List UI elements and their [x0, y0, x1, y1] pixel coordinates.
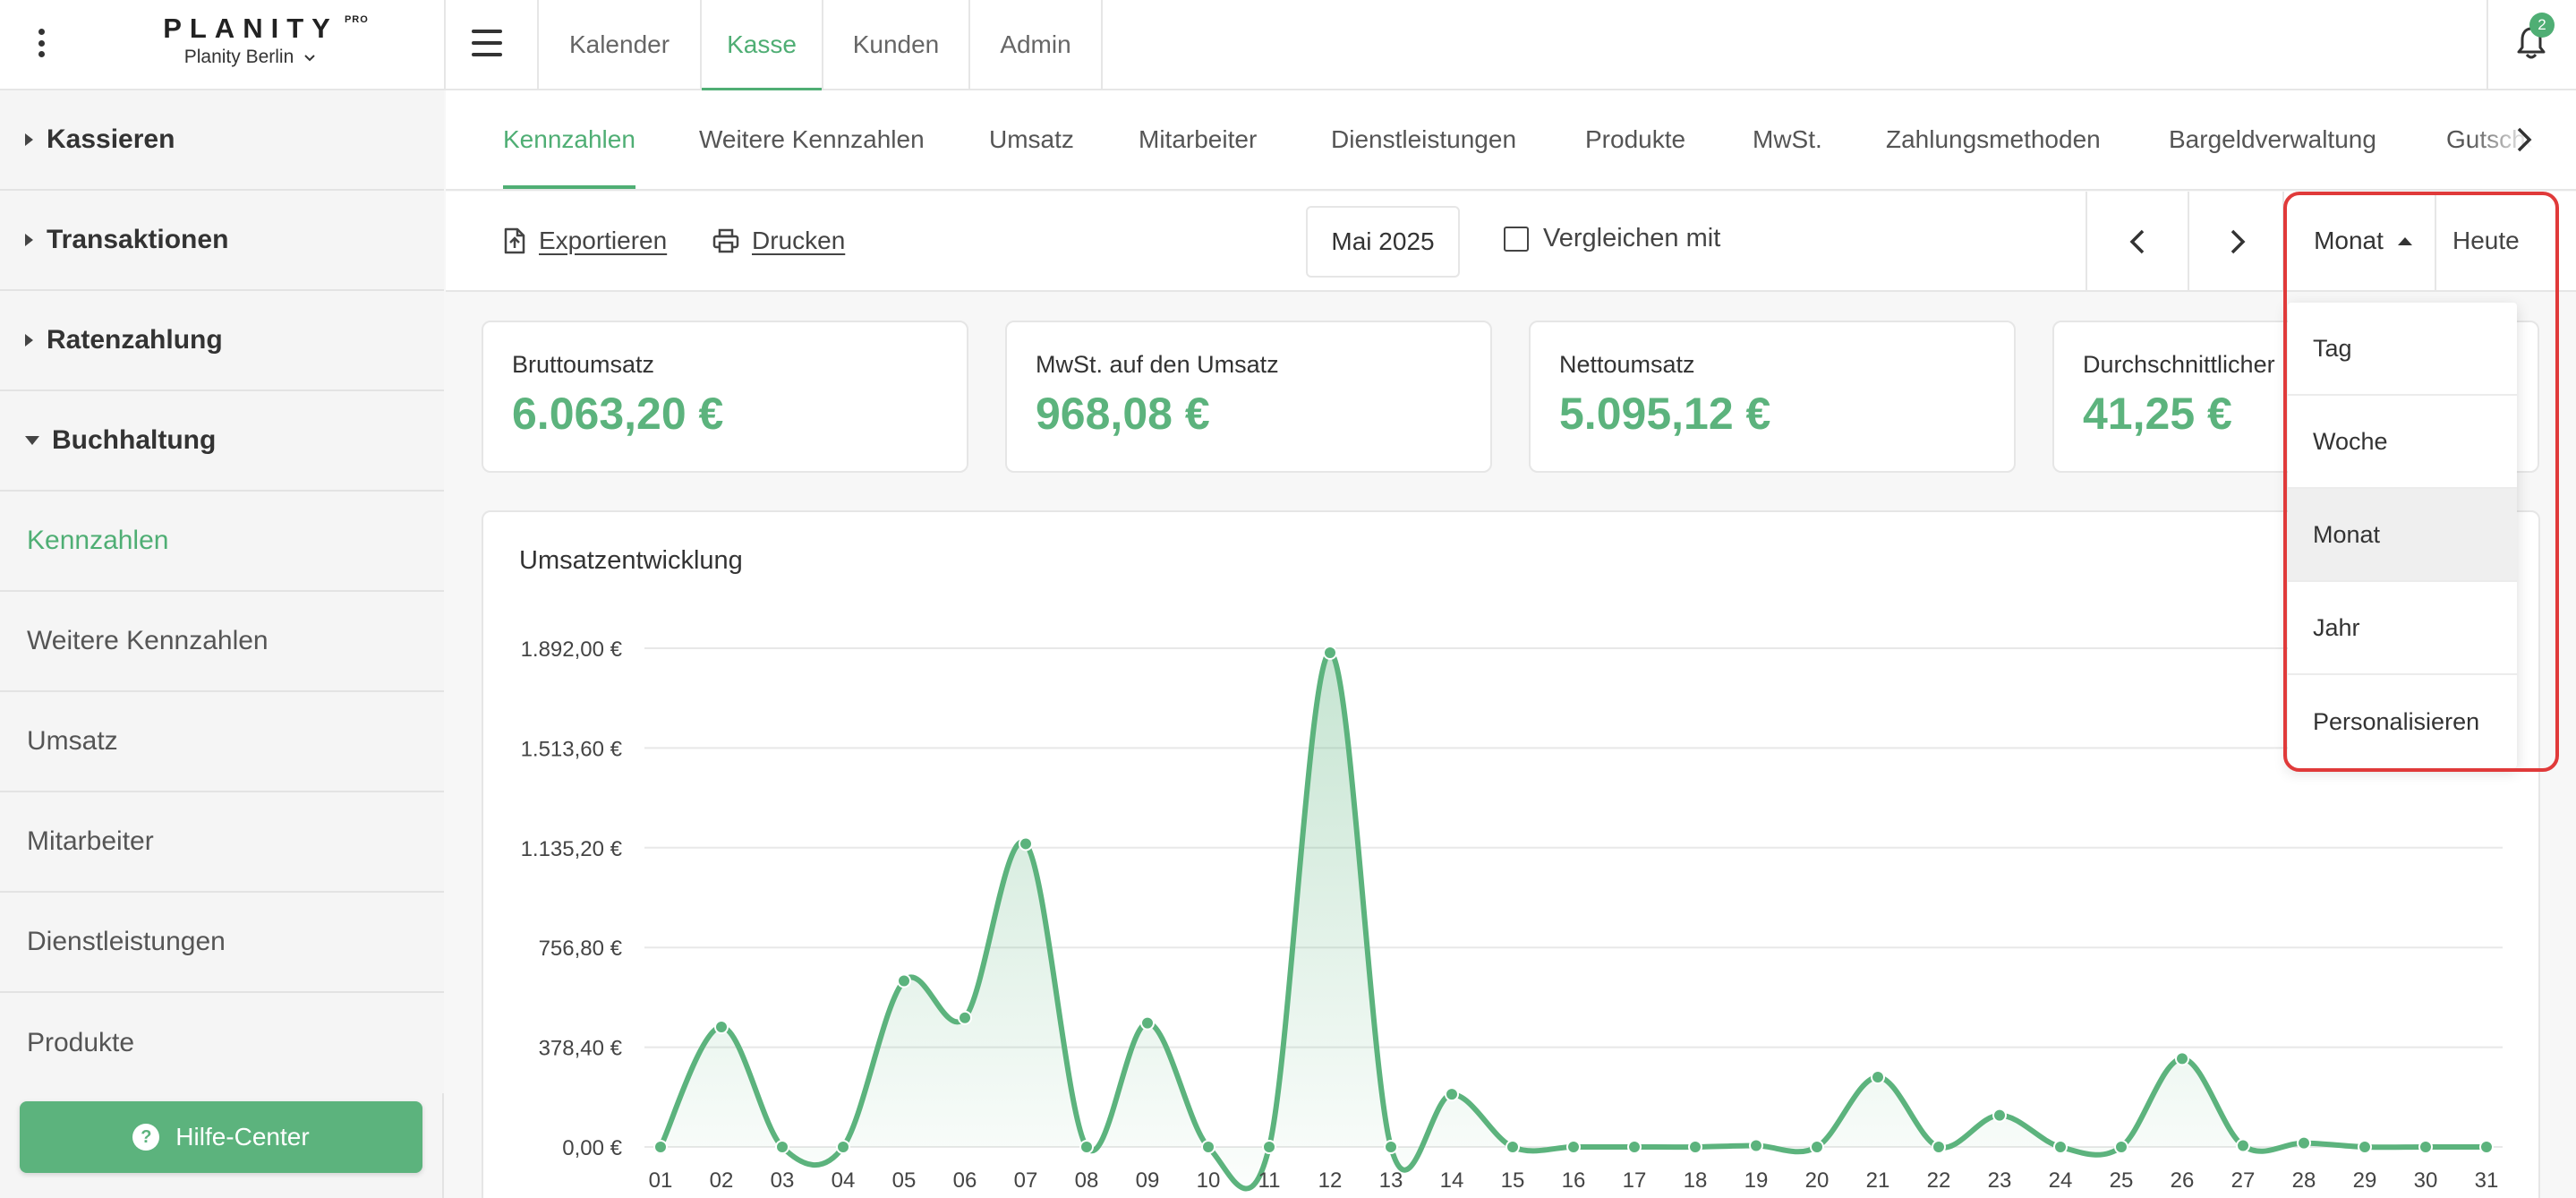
sidebar-section-label: Ratenzahlung: [47, 325, 223, 355]
subtab-mitarbeiter[interactable]: Mitarbeiter: [1139, 90, 1257, 189]
caret-right-icon: [25, 133, 33, 146]
chart-title: Umsatzentwicklung: [519, 546, 743, 575]
divider: [2486, 0, 2488, 90]
sidebar-section-kassieren[interactable]: Kassieren: [0, 90, 444, 191]
location-label: Planity Berlin: [183, 47, 294, 67]
divider: [2086, 192, 2087, 290]
kpi-label: Nettoumsatz: [1559, 351, 1695, 378]
date-picker-button[interactable]: Mai 2025: [1306, 206, 1460, 278]
caret-down-icon: [25, 436, 39, 445]
file-export-icon: [504, 227, 525, 254]
tab-kalender[interactable]: Kalender: [539, 0, 700, 90]
sidebar-item-umsatz[interactable]: Umsatz: [0, 692, 444, 792]
sidebar-section-ratenzahlung[interactable]: Ratenzahlung: [0, 291, 444, 391]
question-icon: ?: [132, 1124, 160, 1151]
chevron-down-icon: [304, 55, 315, 62]
revenue-chart-panel: [482, 510, 2540, 1198]
export-label: Exportieren: [539, 227, 668, 254]
sidebar-item-kennzahlen[interactable]: Kennzahlen: [0, 492, 444, 592]
sidebar-section-label: Kassieren: [47, 124, 175, 154]
compare-checkbox[interactable]: [1504, 226, 1529, 252]
caret-right-icon: [25, 234, 33, 246]
location-selector[interactable]: Planity Berlin: [116, 47, 385, 68]
chevron-right-icon[interactable]: [2223, 224, 2250, 260]
sidebar-section-transaktionen[interactable]: Transaktionen: [0, 191, 444, 291]
brand-block[interactable]: PLANITY PRO Planity Berlin: [116, 13, 385, 68]
caret-right-icon: [25, 334, 33, 347]
sidebar-item-produkte[interactable]: Produkte: [0, 993, 444, 1093]
print-label: Drucken: [752, 227, 846, 254]
subtab-umsatz[interactable]: Umsatz: [989, 90, 1074, 189]
pro-badge: PRO: [344, 14, 369, 25]
more-menu-icon[interactable]: [25, 25, 57, 61]
sidebar-section-label: Buchhaltung: [52, 425, 217, 455]
subtab-dienstleistungen[interactable]: Dienstleistungen: [1331, 90, 1516, 189]
divider: [444, 0, 446, 90]
chevron-left-icon[interactable]: [2125, 224, 2152, 260]
compare-label: Vergleichen mit: [1543, 224, 1721, 252]
help-center-button[interactable]: ? Hilfe-Center: [20, 1101, 422, 1173]
notification-badge: 2: [2529, 13, 2555, 38]
kpi-value: 5.095,12 €: [1559, 389, 1771, 439]
kpi-card-vat: MwSt. auf den Umsatz 968,08 €: [1005, 321, 1492, 473]
kpi-value: 6.063,20 €: [512, 389, 724, 439]
kpi-card-gross: Bruttoumsatz 6.063,20 €: [482, 321, 968, 473]
tab-kunden[interactable]: Kunden: [823, 0, 968, 90]
hamburger-menu-icon[interactable]: [472, 30, 502, 56]
subtab-kennzahlen[interactable]: Kennzahlen: [503, 90, 635, 189]
subtab-produkte[interactable]: Produkte: [1585, 90, 1685, 189]
sidebar: Kassieren Transaktionen Ratenzahlung Buc…: [0, 90, 444, 1198]
tab-admin[interactable]: Admin: [970, 0, 1101, 90]
compare-toggle[interactable]: Vergleichen mit: [1504, 224, 1720, 253]
report-tabs: Kennzahlen Weitere Kennzahlen Umsatz Mit…: [446, 90, 2576, 191]
subtab-weitere-kennzahlen[interactable]: Weitere Kennzahlen: [699, 90, 925, 189]
sidebar-item-mitarbeiter[interactable]: Mitarbeiter: [0, 792, 444, 893]
print-button[interactable]: Drucken: [712, 192, 845, 290]
sidebar-section-label: Transaktionen: [47, 225, 229, 254]
annotation-highlight: [2283, 192, 2559, 772]
chevron-right-icon[interactable]: [2513, 125, 2535, 154]
brand-logo: PLANITY PRO: [163, 13, 369, 44]
kpi-label: MwSt. auf den Umsatz: [1036, 351, 1279, 378]
subtab-bargeldverwaltung[interactable]: Bargeldverwaltung: [2169, 90, 2376, 189]
kpi-value: 968,08 €: [1036, 389, 1210, 439]
tab-kasse[interactable]: Kasse: [702, 0, 822, 91]
subtab-zahlungsmethoden[interactable]: Zahlungsmethoden: [1886, 90, 2101, 189]
sidebar-item-weitere-kennzahlen[interactable]: Weitere Kennzahlen: [0, 592, 444, 692]
export-button[interactable]: Exportieren: [503, 192, 667, 290]
sidebar-section-buchhaltung[interactable]: Buchhaltung: [0, 391, 444, 492]
divider: [2188, 192, 2189, 290]
top-bar: PLANITY PRO Planity Berlin Kalender Kasse…: [0, 0, 2576, 91]
kpi-card-net: Nettoumsatz 5.095,12 €: [1529, 321, 2016, 473]
subtab-mwst[interactable]: MwSt.: [1753, 90, 1822, 189]
kpi-label: Bruttoumsatz: [512, 351, 655, 378]
divider: [1101, 0, 1103, 90]
sidebar-item-dienstleistungen[interactable]: Dienstleistungen: [0, 893, 444, 993]
help-center-label: Hilfe-Center: [175, 1123, 310, 1151]
printer-icon: [712, 228, 739, 253]
